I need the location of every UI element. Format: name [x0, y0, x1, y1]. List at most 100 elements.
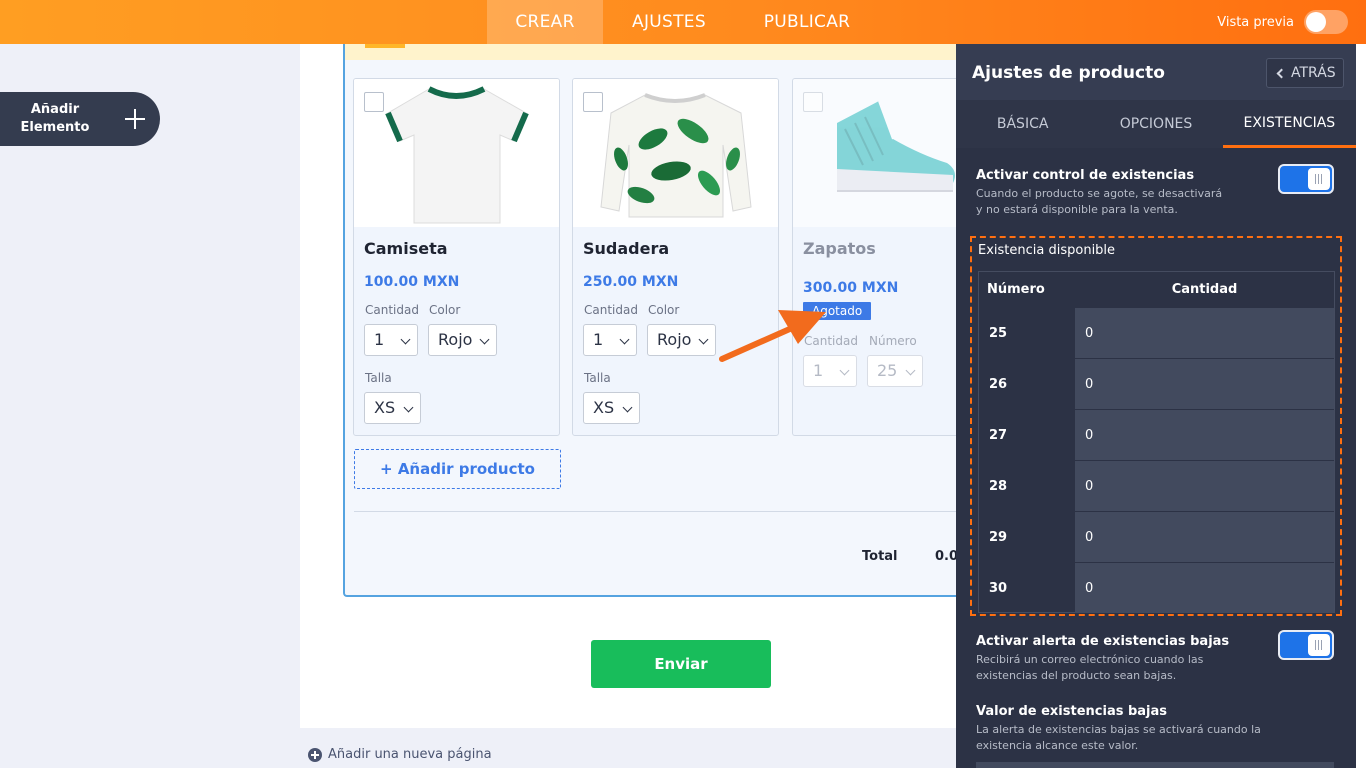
preview-control: Vista previa: [1217, 0, 1348, 44]
table-row: 25 0: [979, 308, 1334, 359]
form-page: Camiseta 100.00 MXN Cantidad Color 1 Roj…: [300, 44, 974, 728]
product-price: 250.00 MXN: [583, 274, 679, 290]
product-checkbox[interactable]: [803, 92, 823, 112]
color-label: Color: [429, 303, 461, 317]
quantity-input[interactable]: 0: [1075, 461, 1334, 512]
size-select[interactable]: XS: [583, 392, 640, 424]
row-number: 29: [989, 530, 1008, 545]
chevron-down-icon: [905, 365, 916, 376]
product-image-tshirt: [354, 79, 559, 227]
chevron-down-icon: [698, 334, 709, 345]
col-number: Número: [987, 282, 1045, 297]
chevron-down-icon: [839, 365, 850, 376]
stock-control-desc: Cuando el producto se agote, se desactiv…: [976, 187, 1223, 216]
number-label: Número: [869, 334, 917, 348]
table-row: 30 0: [979, 563, 1334, 614]
field-toolbar: [345, 44, 965, 60]
low-stock-alert-title: Activar alerta de existencias bajas: [976, 634, 1230, 649]
tab-opciones[interactable]: OPCIONES: [1089, 100, 1222, 148]
chevron-down-icon: [622, 402, 633, 413]
field-chip: [365, 44, 405, 48]
panel-header: Ajustes de producto ATRÁS: [956, 44, 1356, 100]
available-stock-title: Existencia disponible: [978, 243, 1116, 258]
table-row: 27 0: [979, 410, 1334, 461]
add-page-label: Añadir una nueva página: [328, 747, 492, 762]
toggle-knob: [1308, 168, 1330, 190]
product-price: 100.00 MXN: [364, 274, 460, 290]
row-number: 26: [989, 377, 1008, 392]
quantity-input[interactable]: 0: [1075, 563, 1334, 614]
color-label: Color: [648, 303, 680, 317]
available-stock-section: Existencia disponible Número Cantidad 25…: [970, 236, 1342, 616]
annotation-arrow-icon: [719, 310, 826, 362]
quantity-select[interactable]: 1: [364, 324, 418, 356]
table-row: 26 0: [979, 359, 1334, 410]
add-circle-icon: [308, 747, 322, 762]
chevron-down-icon: [479, 334, 490, 345]
tab-crear[interactable]: CREAR: [487, 0, 603, 44]
plus-icon: [124, 108, 146, 130]
product-checkbox[interactable]: [364, 92, 384, 112]
total-label: Total: [862, 549, 898, 564]
product-card-zapatos[interactable]: Zapatos 300.00 MXN Agotado Cantidad Núme…: [792, 78, 972, 436]
product-name: Camiseta: [364, 239, 448, 258]
product-image-sweatshirt: [573, 79, 778, 227]
product-card-camiseta[interactable]: Camiseta 100.00 MXN Cantidad Color 1 Roj…: [353, 78, 560, 436]
row-number: 27: [989, 428, 1008, 443]
chevron-down-icon: [619, 334, 630, 345]
stock-table-header: Número Cantidad: [979, 272, 1334, 308]
quantity-select[interactable]: 1: [583, 324, 637, 356]
product-card-sudadera[interactable]: Sudadera 250.00 MXN Cantidad Color 1 Roj…: [572, 78, 779, 436]
toggle-knob: [1308, 634, 1330, 656]
main-nav: CREAR AJUSTES PUBLICAR: [487, 0, 879, 44]
low-stock-alert-toggle[interactable]: [1278, 630, 1334, 660]
tab-existencias[interactable]: EXISTENCIAS: [1222, 100, 1356, 148]
back-button[interactable]: ATRÁS: [1266, 58, 1344, 88]
quantity-label: Cantidad: [365, 303, 419, 317]
low-stock-value-input[interactable]: [976, 762, 1334, 768]
chevron-down-icon: [403, 402, 414, 413]
color-select[interactable]: Rojo: [428, 324, 497, 356]
stock-table: Número Cantidad 25 0 26 0 27 0 28 0 29 0: [978, 271, 1335, 614]
product-list-field[interactable]: Camiseta 100.00 MXN Cantidad Color 1 Roj…: [343, 44, 974, 597]
product-price: 300.00 MXN: [803, 280, 899, 296]
add-page-link[interactable]: Añadir una nueva página: [308, 747, 492, 762]
low-stock-value-title: Valor de existencias bajas: [976, 704, 1168, 719]
low-stock-alert-desc: Recibirá un correo electrónico cuando la…: [976, 653, 1204, 682]
product-name: Sudadera: [583, 239, 670, 258]
product-checkbox[interactable]: [583, 92, 603, 112]
col-quantity: Cantidad: [1171, 282, 1238, 297]
top-bar: CREAR AJUSTES PUBLICAR Vista previa: [0, 0, 1366, 44]
table-row: 29 0: [979, 512, 1334, 563]
panel-tabs: BÁSICA OPCIONES EXISTENCIAS: [956, 100, 1356, 148]
add-element-button[interactable]: Añadir Elemento: [0, 92, 160, 146]
tab-ajustes[interactable]: AJUSTES: [603, 0, 735, 44]
product-settings-panel: Ajustes de producto ATRÁS BÁSICA OPCIONE…: [956, 44, 1366, 768]
add-product-button[interactable]: + Añadir producto: [354, 449, 561, 489]
chevron-down-icon: [400, 334, 411, 345]
number-select[interactable]: 25: [867, 355, 923, 387]
quantity-input[interactable]: 0: [1075, 308, 1334, 359]
quantity-input[interactable]: 0: [1075, 359, 1334, 410]
color-select[interactable]: Rojo: [647, 324, 716, 356]
size-select[interactable]: XS: [364, 392, 421, 424]
stock-control-toggle[interactable]: [1278, 164, 1334, 194]
row-number: 25: [989, 326, 1008, 341]
quantity-input[interactable]: 0: [1075, 512, 1334, 563]
tab-basica[interactable]: BÁSICA: [956, 100, 1089, 148]
preview-label: Vista previa: [1217, 14, 1294, 30]
table-row: 28 0: [979, 461, 1334, 512]
divider: [354, 511, 974, 512]
quantity-label: Cantidad: [584, 303, 638, 317]
row-number: 28: [989, 479, 1008, 494]
low-stock-value-desc: La alerta de existencias bajas se activa…: [976, 723, 1261, 752]
quantity-input[interactable]: 0: [1075, 410, 1334, 461]
preview-toggle[interactable]: [1304, 10, 1348, 34]
size-label: Talla: [365, 371, 392, 385]
scrollbar-track[interactable]: [1356, 44, 1366, 768]
size-label: Talla: [584, 371, 611, 385]
stock-control-title: Activar control de existencias: [976, 168, 1195, 183]
tab-publicar[interactable]: PUBLICAR: [735, 0, 879, 44]
submit-button[interactable]: Enviar: [591, 640, 771, 688]
panel-title: Ajustes de producto: [972, 63, 1165, 83]
